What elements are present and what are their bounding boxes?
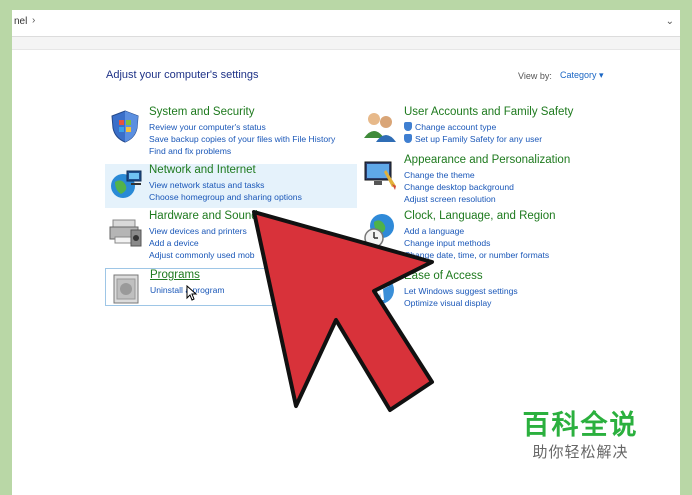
watermark-sub-text: 助你轻松解决 (532, 444, 629, 461)
mouse-cursor-icon (186, 285, 198, 301)
watermark-main-text: 百科全说 (522, 410, 639, 440)
watermark: 百科全说 助你轻松解决 (494, 386, 667, 470)
